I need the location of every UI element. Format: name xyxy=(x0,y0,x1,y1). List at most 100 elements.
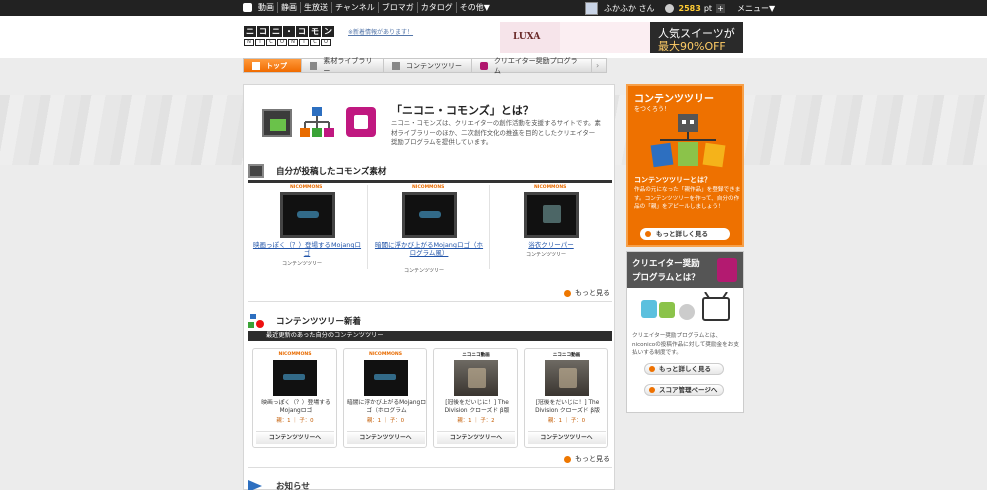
tab-creator-program[interactable]: クリエイター奨励プログラム xyxy=(472,57,592,75)
home-icon xyxy=(252,61,260,70)
logo-char: ン xyxy=(322,26,334,37)
ad-brand: LUXA xyxy=(513,32,541,42)
material-item: NICOMMONS 暗闇に浮かび上がるMojangロゴ（ホログラム風） コンテン… xyxy=(368,185,490,274)
logo-char: C xyxy=(310,39,320,46)
content-tree-button[interactable]: コンテンツツリーへ xyxy=(256,431,334,444)
content-tree-link[interactable]: コンテンツツリー xyxy=(526,251,566,258)
program-box-header: クリエイター奨励 プログラムとは？ xyxy=(627,252,743,288)
content-tree-button[interactable]: コンテンツツリーへ xyxy=(527,431,606,444)
nav-catalog[interactable]: カタログ xyxy=(418,2,457,13)
tab-label: クリエイター奨励プログラム xyxy=(493,56,578,75)
creator-program-icon xyxy=(346,107,376,137)
more-label: もっと見る xyxy=(575,289,610,297)
creator-program-icon xyxy=(480,61,488,70)
tree-card-stats: 親：1 ｜ 子：0 xyxy=(366,418,405,424)
niconico-tv-icon[interactable] xyxy=(243,3,252,12)
tree-more-details-button[interactable]: もっと詳しく見る xyxy=(640,228,730,240)
tree-card-title[interactable]: [冠後をだいじに！] The Division クローズド β版 xyxy=(437,399,517,415)
content-tree-button[interactable]: コンテンツツリーへ xyxy=(346,431,425,444)
tree-card-title[interactable]: 映画っぽく（？）登場するMojangロゴ xyxy=(256,399,336,415)
material-thumbnail[interactable] xyxy=(402,192,457,238)
material-thumbnail[interactable] xyxy=(280,192,335,238)
nav-douga[interactable]: 動画 xyxy=(255,2,278,13)
program-box-title-2: プログラムとは？ xyxy=(632,273,700,283)
news-notice-link[interactable]: ※新着情報があります！ xyxy=(348,27,413,36)
nav-live[interactable]: 生放送 xyxy=(301,2,332,13)
tree-card-title[interactable]: 暗闇に浮かび上がるMojangロゴ（ホログラム xyxy=(347,399,427,415)
material-title-link[interactable]: 浴衣クリーパー xyxy=(494,241,608,249)
program-box-title-1: クリエイター奨励 xyxy=(632,259,700,269)
logo-char: モ xyxy=(309,26,321,37)
sidebar-content-tree-box: コンテンツツリー をつくろう！ コンテンツツリーとは？ 作品の元になった「親作品… xyxy=(626,84,744,247)
tree-card-stats: 親：1 ｜ 子：2 xyxy=(457,418,495,424)
nav-seiga[interactable]: 静画 xyxy=(278,2,301,13)
global-topbar: 動画 静画 生放送 チャンネル ブロマガ カタログ その他▼ ふかふか さん 2… xyxy=(0,0,987,16)
tree-more-link[interactable]: もっと見る xyxy=(564,454,610,464)
nav-blomaga[interactable]: ブロマガ xyxy=(379,2,418,13)
nav-other[interactable]: その他▼ xyxy=(457,2,493,13)
tree-section-header: コンテンツツリー新着 xyxy=(244,312,614,330)
logo-char: コ xyxy=(296,26,308,37)
tree-card-title[interactable]: [冠後をだいじに！] The Division クローズド β版 xyxy=(528,399,608,415)
tree-thumbnail[interactable] xyxy=(363,360,408,396)
tab-label: 素材ライブラリー xyxy=(323,56,373,75)
source-tag: NICOMMONS xyxy=(368,352,403,357)
ad-line2: 最大90%OFF xyxy=(658,40,726,53)
tree-box-question: コンテンツツリーとは？ xyxy=(634,176,711,184)
source-tag: ニコニコ動画 xyxy=(462,353,490,358)
material-thumbnail[interactable] xyxy=(524,192,579,238)
tree-title: コンテンツツリー新着 xyxy=(276,317,362,327)
intro-title: 「ニコニ・コモンズ」とは？ xyxy=(391,104,534,117)
material-title-link[interactable]: 映画っぽく（？）登場するMojangロゴ xyxy=(250,241,364,257)
plus-icon[interactable]: + xyxy=(716,3,726,13)
tab-label: トップ xyxy=(266,61,287,70)
tree-thumbnail[interactable] xyxy=(544,360,589,396)
nicommons-tag: NICOMMONS xyxy=(290,185,323,190)
library-icon xyxy=(310,61,318,70)
tree-card-stats: 親：1 ｜ 子：0 xyxy=(276,418,314,424)
score-management-button[interactable]: スコア管理ページへ xyxy=(644,384,724,396)
tab-label: コンテンツツリー xyxy=(406,61,462,70)
nicommons-tag: NICOMMONS xyxy=(534,185,567,190)
materials-more-link[interactable]: もっと見る xyxy=(564,288,610,298)
tab-content-tree[interactable]: コンテンツツリー xyxy=(384,59,472,72)
avatar[interactable] xyxy=(585,1,598,15)
content-tree-link[interactable]: コンテンツツリー xyxy=(282,260,322,267)
tab-material-library[interactable]: 素材ライブラリー xyxy=(302,57,384,75)
nicommons-logo[interactable]: ニ コ ニ ・ コ モ ン N I C O N I C O xyxy=(244,26,336,48)
news-title: お知らせ xyxy=(276,482,310,490)
tree-card: NICOMMONS 暗闇に浮かび上がるMojangロゴ（ホログラム 親：1 ｜ … xyxy=(342,348,427,448)
points-value: 2583 xyxy=(678,3,701,13)
tree-card: ニコニコ動画 [冠後をだいじに！] The Division クローズド β版 … xyxy=(433,348,518,448)
content-tree-link[interactable]: コンテンツツリー xyxy=(404,267,444,274)
nav-channel[interactable]: チャンネル xyxy=(332,2,379,13)
content-tree-button[interactable]: コンテンツツリーへ xyxy=(437,431,515,444)
tree-card: ニコニコ動画 [冠後をだいじに！] The Division クローズド β版 … xyxy=(523,348,608,448)
program-more-details-button[interactable]: もっと詳しく見る xyxy=(644,363,724,375)
material-title-link[interactable]: 暗闇に浮かび上がるMojangロゴ（ホログラム風） xyxy=(372,241,486,257)
tab-scroll-arrow-icon[interactable]: › xyxy=(592,59,599,72)
materials-title: 自分が投稿したコモンズ素材 xyxy=(276,167,387,177)
tree-box-description: 作品の元になった「親作品」を登録できます。コンテンツツリーを作って、自分の作品の… xyxy=(634,187,741,210)
global-nav: 動画 静画 生放送 チャンネル ブロマガ カタログ その他▼ xyxy=(255,2,493,13)
intro-illustration xyxy=(262,105,384,141)
clock-icon[interactable] xyxy=(664,3,674,13)
site-header: ニ コ ニ ・ コ モ ン N I C O N I C O ※新着情報があります… xyxy=(0,16,987,58)
news-section-header: お知らせ xyxy=(244,479,614,490)
materials-list: NICOMMONS 映画っぽく（？）登場するMojangロゴ コンテンツツリー … xyxy=(246,185,612,274)
logo-char: ニ xyxy=(270,26,282,37)
menu-button[interactable]: メニュー▼ xyxy=(737,3,775,14)
more-label: もっと見る xyxy=(575,455,610,463)
tree-subtitle: 最近更新のあった自分のコンテンツツリー xyxy=(248,331,612,341)
logo-char: O xyxy=(321,39,331,46)
tab-top[interactable]: トップ xyxy=(244,59,302,72)
logo-char: N xyxy=(288,39,298,46)
username[interactable]: ふかふか さん xyxy=(604,3,655,14)
source-tag: NICOMMONS xyxy=(278,352,312,357)
ad-banner[interactable]: LUXA 人気スイーツが 最大90%OFF xyxy=(500,22,743,53)
tree-box-title: コンテンツツリー xyxy=(634,94,714,105)
program-box-description: クリエイター奨励プログラムとは、niconicoの投稿作品に対して奨励金をお支払… xyxy=(632,333,739,356)
tree-thumbnail[interactable] xyxy=(454,360,498,396)
tree-thumbnail[interactable] xyxy=(273,360,317,396)
logo-char: コ xyxy=(257,26,269,37)
